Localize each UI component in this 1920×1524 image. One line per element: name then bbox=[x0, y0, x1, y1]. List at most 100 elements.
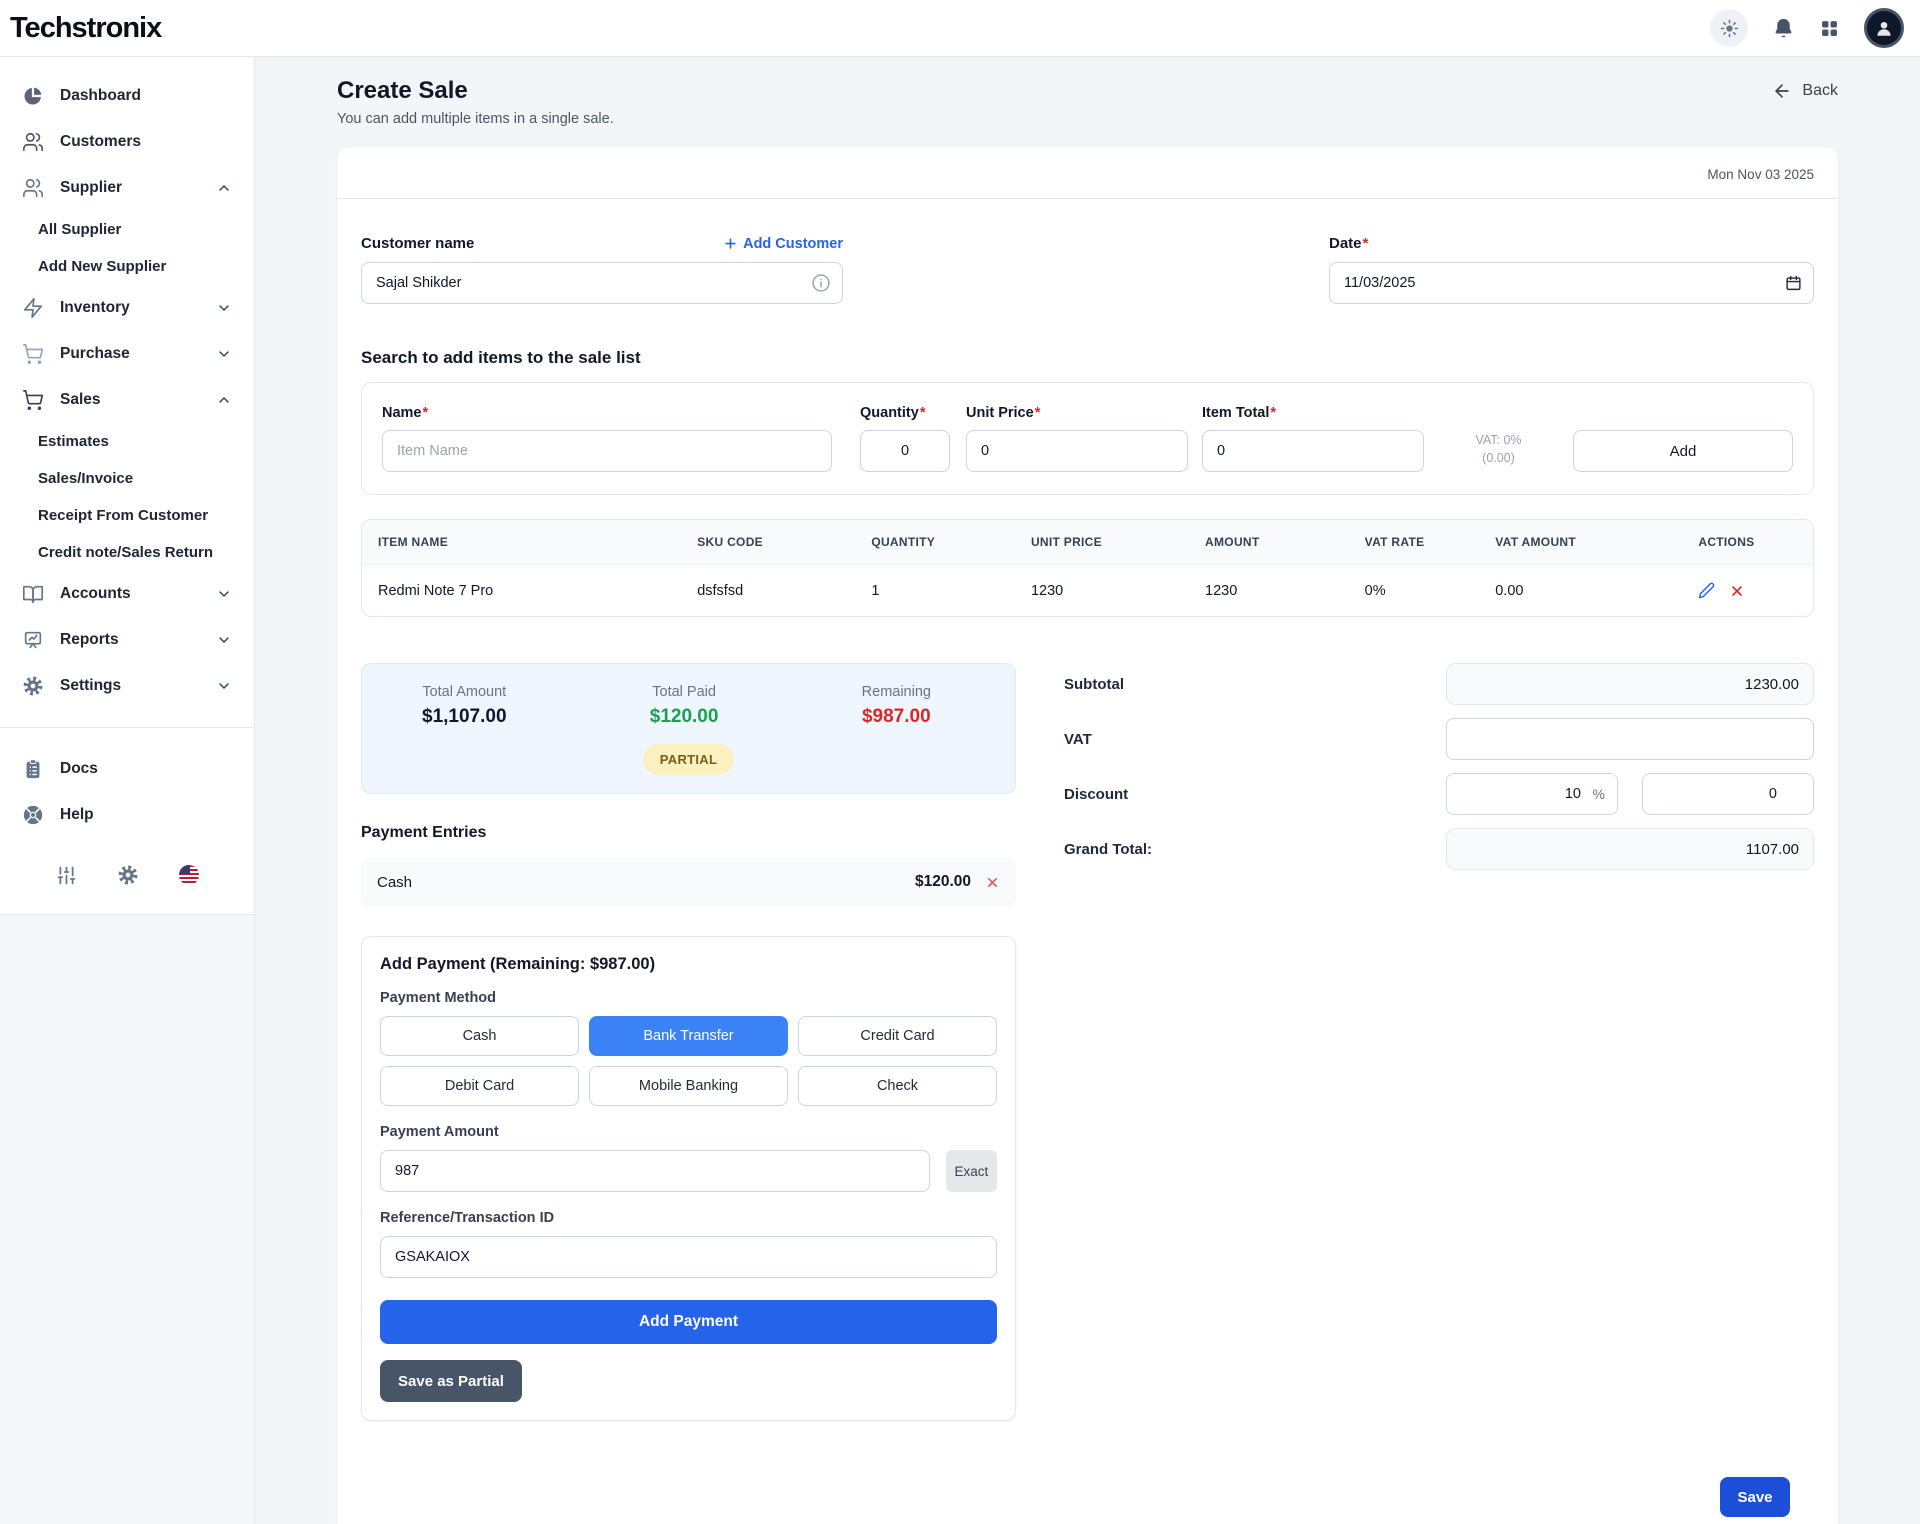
sidebar-item-reports[interactable]: Reports bbox=[0, 617, 254, 663]
payment-method-debit-card-button[interactable]: Debit Card bbox=[380, 1066, 579, 1106]
vat-label: VAT bbox=[1064, 731, 1092, 748]
item-name-input[interactable] bbox=[382, 430, 832, 472]
language-flag-button[interactable] bbox=[179, 865, 199, 885]
sidebar-item-accounts[interactable]: Accounts bbox=[0, 571, 254, 617]
clipboard-icon bbox=[22, 758, 44, 780]
sidebar-item-customers[interactable]: Customers bbox=[0, 119, 254, 165]
discount-amount-input[interactable] bbox=[1642, 773, 1814, 815]
chevron-down-icon bbox=[216, 300, 232, 316]
topbar-actions bbox=[1710, 8, 1904, 48]
cell-item-name: Redmi Note 7 Pro bbox=[362, 565, 681, 617]
subtotal-input[interactable] bbox=[1446, 663, 1814, 705]
apps-grid-button[interactable] bbox=[1819, 18, 1840, 39]
settings-gear-button[interactable] bbox=[117, 864, 139, 886]
sidebar-item-label: Help bbox=[60, 806, 94, 824]
pencil-icon bbox=[1698, 582, 1715, 599]
payment-method-bank-transfer-button[interactable]: Bank Transfer bbox=[589, 1016, 788, 1056]
quantity-input[interactable] bbox=[860, 430, 950, 472]
sidebar-divider bbox=[0, 727, 254, 728]
sidebar-item-sales-invoice[interactable]: Sales/Invoice bbox=[0, 460, 254, 497]
customer-name-input[interactable] bbox=[361, 262, 843, 304]
sidebar-item-supplier[interactable]: Supplier bbox=[0, 165, 254, 211]
gear-icon bbox=[22, 675, 44, 697]
total-paid-label: Total Paid bbox=[650, 684, 719, 700]
sidebar-item-sales[interactable]: Sales bbox=[0, 377, 254, 423]
user-avatar[interactable] bbox=[1864, 8, 1904, 48]
calendar-icon[interactable] bbox=[1785, 275, 1802, 292]
chevron-up-icon bbox=[216, 392, 232, 408]
percent-suffix: % bbox=[1593, 786, 1605, 802]
sidebar-item-inventory[interactable]: Inventory bbox=[0, 285, 254, 331]
add-payment-title: Add Payment (Remaining: $987.00) bbox=[380, 955, 997, 974]
sidebar-item-help[interactable]: Help bbox=[0, 792, 254, 838]
payment-entry-amount: $120.00 bbox=[915, 873, 971, 891]
item-total-input[interactable] bbox=[1202, 430, 1424, 472]
table-header-cell: UNIT PRICE bbox=[1015, 520, 1189, 565]
sliders-button[interactable] bbox=[56, 865, 77, 886]
sidebar-item-credit-note[interactable]: Credit note/Sales Return bbox=[0, 534, 254, 571]
remaining-label: Remaining bbox=[862, 684, 931, 700]
section-title-add-items: Search to add items to the sale list bbox=[361, 348, 1814, 368]
sidebar-item-receipt-from-customer[interactable]: Receipt From Customer bbox=[0, 497, 254, 534]
us-flag-icon bbox=[179, 865, 199, 885]
exact-amount-button[interactable]: Exact bbox=[946, 1150, 997, 1192]
plus-icon bbox=[723, 236, 738, 251]
delete-item-button[interactable] bbox=[1729, 583, 1745, 599]
notifications-button[interactable] bbox=[1772, 17, 1795, 40]
customer-name-label: Customer name bbox=[361, 235, 474, 252]
subtotal-label: Subtotal bbox=[1064, 676, 1124, 693]
sun-icon bbox=[1720, 19, 1739, 38]
add-customer-link[interactable]: Add Customer bbox=[723, 236, 843, 252]
sidebar-item-label: Dashboard bbox=[60, 87, 141, 105]
shopping-cart-icon bbox=[22, 343, 44, 365]
grand-total-input[interactable] bbox=[1446, 828, 1814, 870]
back-arrow-icon bbox=[1772, 81, 1792, 101]
page-title: Create Sale bbox=[337, 77, 614, 105]
sidebar-item-label: Purchase bbox=[60, 345, 130, 363]
theme-toggle-button[interactable] bbox=[1710, 9, 1748, 47]
vat-input[interactable] bbox=[1446, 718, 1814, 760]
payment-amount-label: Payment Amount bbox=[380, 1124, 997, 1140]
sidebar-item-settings[interactable]: Settings bbox=[0, 663, 254, 709]
sidebar-item-label: Reports bbox=[60, 631, 119, 649]
sale-date-display: Mon Nov 03 2025 bbox=[1707, 167, 1814, 182]
pie-chart-icon bbox=[22, 85, 44, 107]
table-header-cell: ITEM NAME bbox=[362, 520, 681, 565]
sidebar-item-all-supplier[interactable]: All Supplier bbox=[0, 211, 254, 248]
chevron-down-icon bbox=[216, 632, 232, 648]
main-content: Create Sale You can add multiple items i… bbox=[255, 57, 1920, 1524]
chevron-up-icon bbox=[216, 180, 232, 196]
add-payment-button[interactable]: Add Payment bbox=[380, 1300, 997, 1344]
remove-entry-button[interactable] bbox=[985, 875, 1000, 890]
sidebar-item-docs[interactable]: Docs bbox=[0, 746, 254, 792]
table-header-cell: VAT AMOUNT bbox=[1479, 520, 1682, 565]
person-icon bbox=[1873, 17, 1895, 39]
payment-method-credit-card-button[interactable]: Credit Card bbox=[798, 1016, 997, 1056]
add-item-button[interactable]: Add bbox=[1573, 430, 1793, 472]
payment-entry-method: Cash bbox=[377, 874, 412, 891]
save-button[interactable]: Save bbox=[1720, 1477, 1790, 1517]
sidebar-item-dashboard[interactable]: Dashboard bbox=[0, 73, 254, 119]
unit-price-input[interactable] bbox=[966, 430, 1188, 472]
info-icon[interactable] bbox=[811, 273, 831, 293]
cell-vat-rate: 0% bbox=[1349, 565, 1480, 617]
date-input[interactable] bbox=[1329, 262, 1814, 304]
payment-method-check-button[interactable]: Check bbox=[798, 1066, 997, 1106]
sidebar-item-add-new-supplier[interactable]: Add New Supplier bbox=[0, 248, 254, 285]
gear-icon bbox=[117, 864, 139, 886]
back-button[interactable]: Back bbox=[1772, 81, 1838, 101]
payment-amount-input[interactable] bbox=[380, 1150, 930, 1192]
payment-method-cash-button[interactable]: Cash bbox=[380, 1016, 579, 1056]
save-as-partial-button[interactable]: Save as Partial bbox=[380, 1360, 522, 1402]
sidebar-item-estimates[interactable]: Estimates bbox=[0, 423, 254, 460]
edit-item-button[interactable] bbox=[1698, 582, 1715, 599]
close-icon bbox=[985, 875, 1000, 890]
chevron-down-icon bbox=[216, 346, 232, 362]
zap-icon bbox=[22, 297, 44, 319]
brand-logo: Techstronix bbox=[10, 12, 161, 45]
payment-method-mobile-banking-button[interactable]: Mobile Banking bbox=[589, 1066, 788, 1106]
reference-input[interactable] bbox=[380, 1236, 997, 1278]
sidebar-item-label: Settings bbox=[60, 677, 121, 695]
sidebar-item-label: Accounts bbox=[60, 585, 131, 603]
sidebar-item-purchase[interactable]: Purchase bbox=[0, 331, 254, 377]
